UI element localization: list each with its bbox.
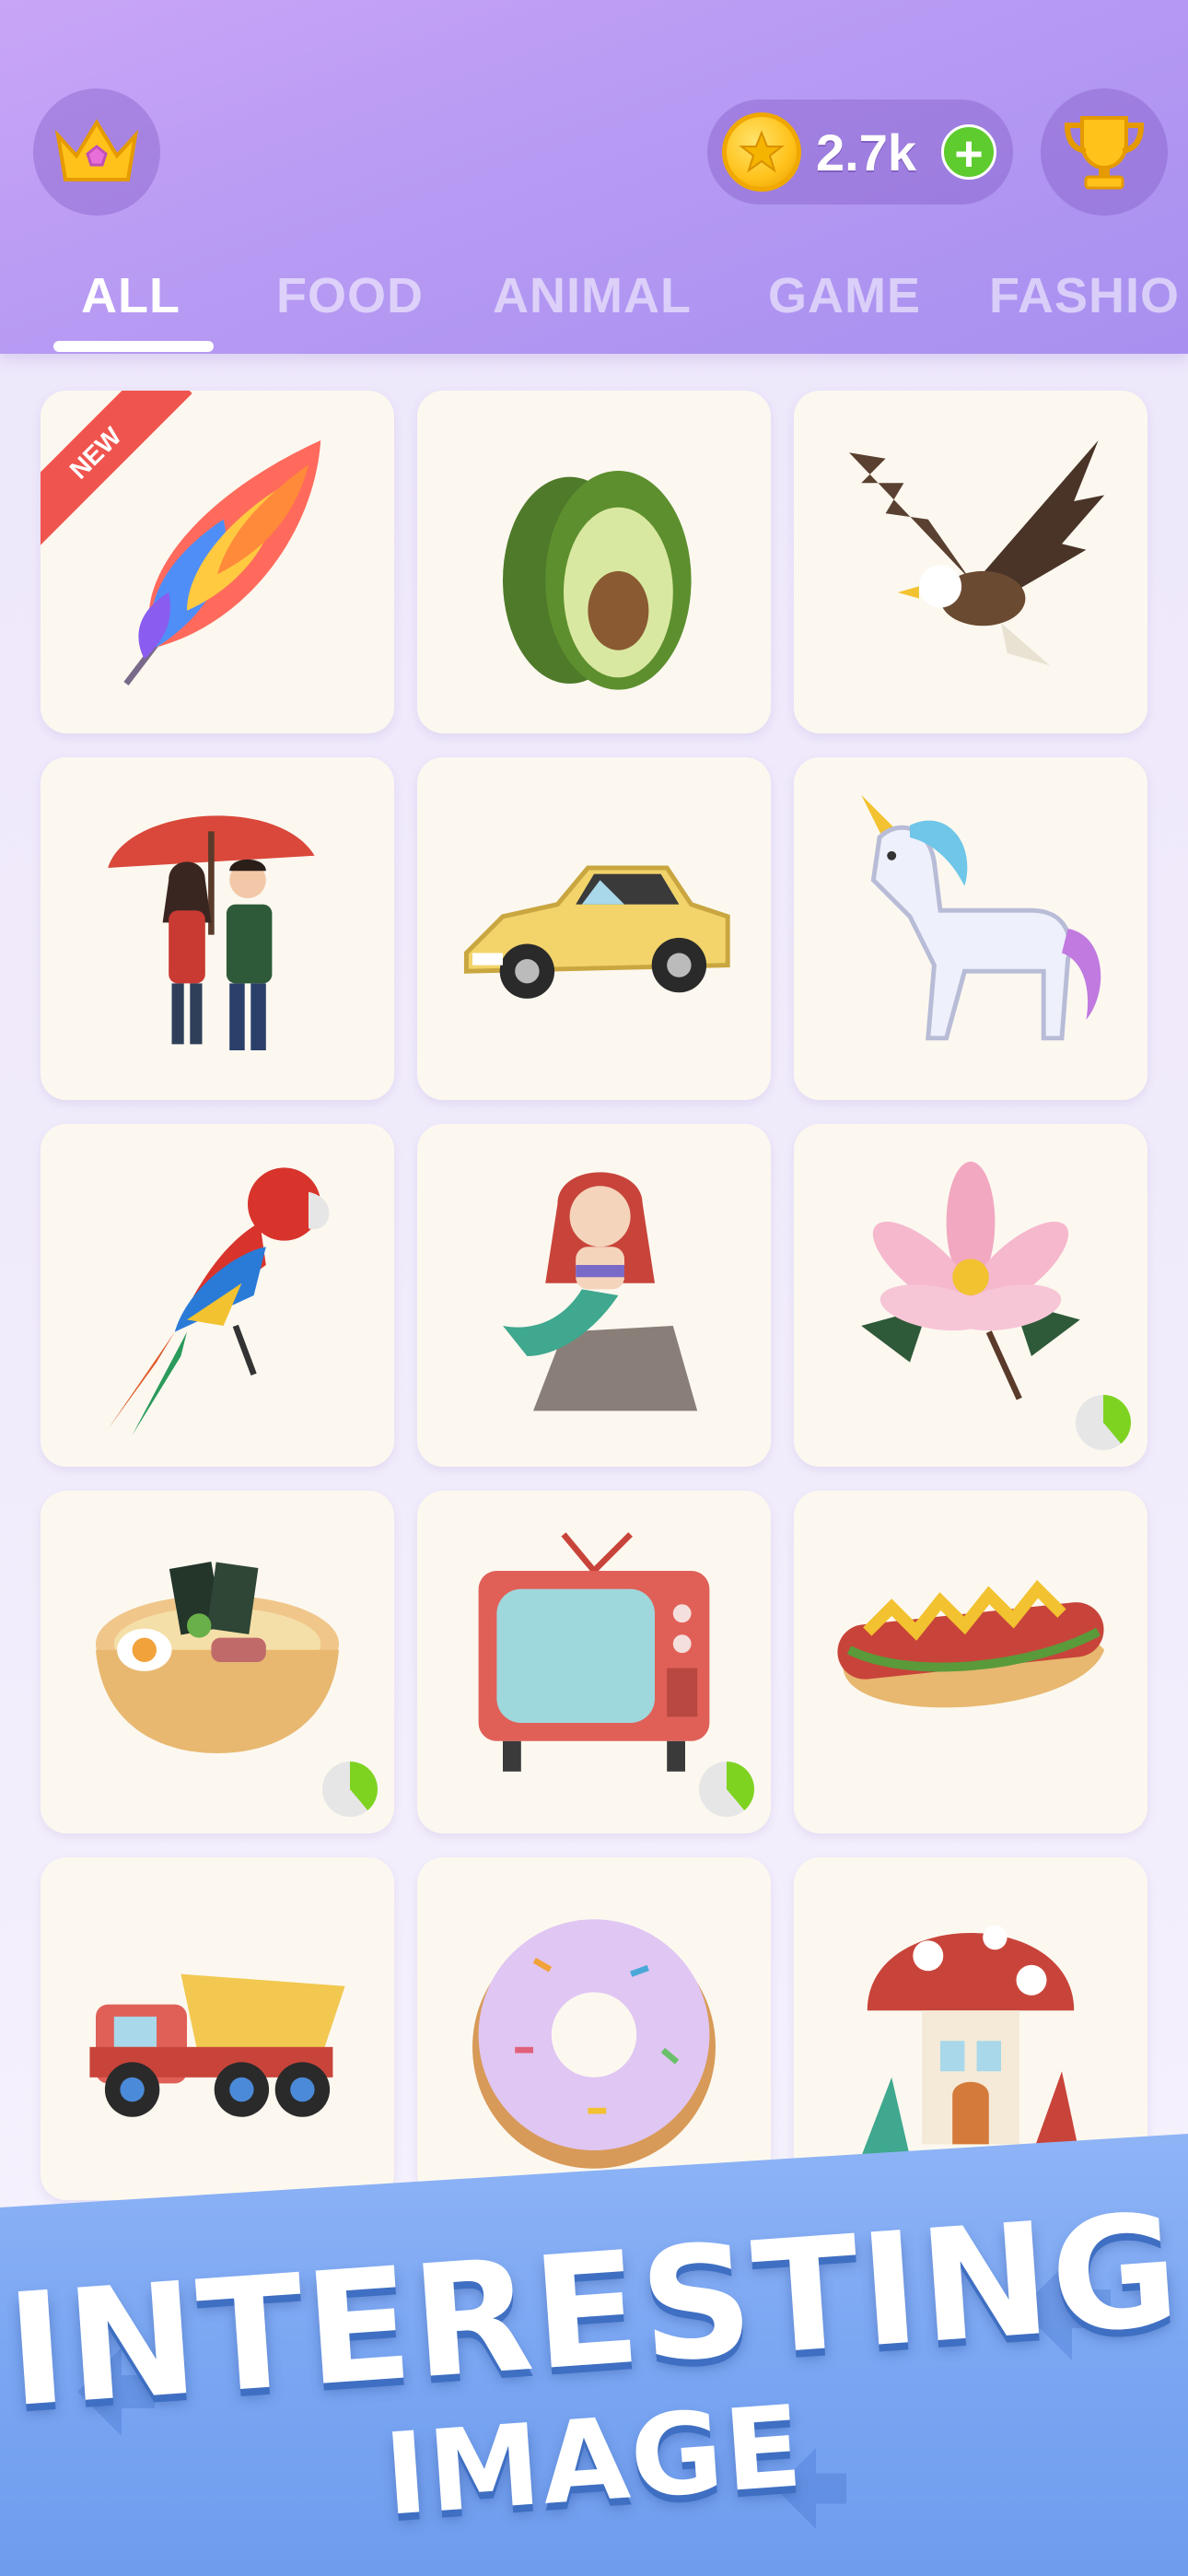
card-mermaid[interactable]	[417, 1124, 771, 1467]
crown-button[interactable]	[33, 88, 160, 216]
coin-count: 2.7k	[816, 123, 916, 181]
tab-food[interactable]: FOOD	[276, 267, 424, 324]
dump-truck-image	[89, 1973, 345, 2117]
ramen-image	[96, 1561, 339, 1753]
donut-image	[472, 1919, 716, 2169]
coin-icon	[722, 112, 801, 192]
card-hot-dog[interactable]	[794, 1491, 1147, 1833]
coin-balance[interactable]: 2.7k +	[707, 100, 1013, 205]
card-couple-umbrella[interactable]	[41, 757, 394, 1100]
top-header: 2.7k + ALL FOOD ANIMAL GAME FASHIO	[0, 0, 1188, 354]
add-coins-button[interactable]: +	[941, 124, 996, 181]
card-avocado[interactable]	[417, 391, 771, 733]
lotus-image	[861, 1161, 1080, 1400]
card-parrot[interactable]	[41, 1124, 394, 1467]
card-dump-truck[interactable]	[41, 1857, 394, 2200]
card-unicorn[interactable]	[794, 757, 1147, 1100]
category-tabs: ALL FOOD ANIMAL GAME FASHIO	[0, 260, 1188, 352]
card-retro-tv[interactable]	[417, 1491, 771, 1833]
trophy-icon	[1064, 116, 1145, 190]
mermaid-image	[503, 1172, 698, 1411]
card-donut[interactable]	[417, 1857, 771, 2200]
card-lotus-flower[interactable]	[794, 1124, 1147, 1467]
progress-indicator	[1076, 1395, 1131, 1450]
tab-game[interactable]: GAME	[768, 267, 921, 324]
couple-umbrella-image	[108, 815, 315, 1050]
progress-indicator	[322, 1762, 378, 1817]
mushroom-house-image	[861, 1925, 1080, 2157]
parrot-image	[108, 1167, 330, 1435]
tab-animal[interactable]: ANIMAL	[493, 267, 692, 324]
crown-icon	[54, 119, 139, 181]
tv-image	[478, 1532, 710, 1772]
card-ramen-bowl[interactable]	[41, 1491, 394, 1833]
tab-all[interactable]: ALL	[81, 267, 181, 324]
card-yellow-car[interactable]	[417, 757, 771, 1100]
car-image	[463, 865, 730, 999]
tab-fashion[interactable]: FASHIO	[989, 267, 1180, 324]
progress-indicator	[699, 1762, 754, 1817]
eagle-image	[849, 440, 1105, 666]
hot-dog-image	[837, 1579, 1105, 1708]
trophy-button[interactable]	[1041, 88, 1168, 216]
active-tab-indicator	[53, 341, 214, 352]
avocado-image	[503, 471, 692, 690]
unicorn-image	[861, 794, 1101, 1041]
card-eagle[interactable]	[794, 391, 1147, 733]
card-rainbow-feather[interactable]: NEW	[41, 391, 394, 733]
